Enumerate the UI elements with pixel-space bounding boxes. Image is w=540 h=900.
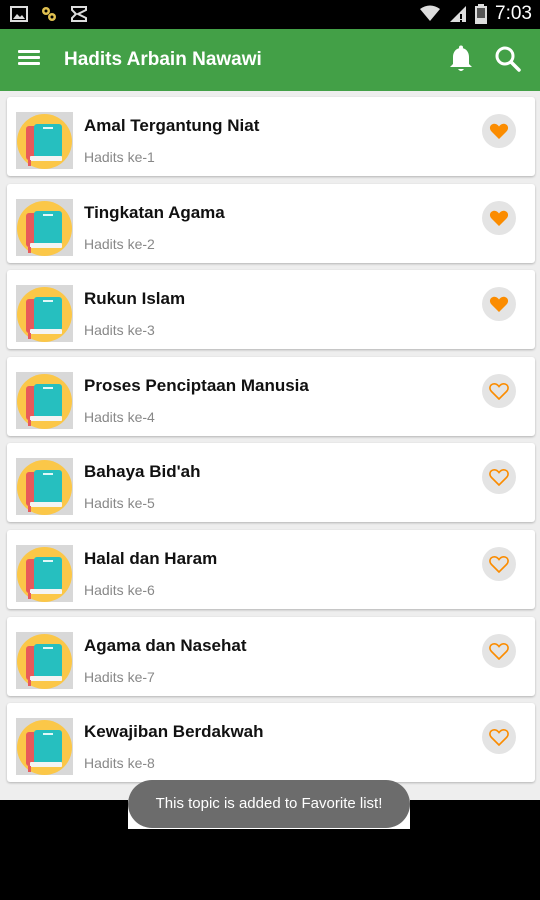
hadith-number: Hadits ke-1	[84, 149, 155, 165]
book-icon	[16, 631, 73, 689]
hadith-number: Hadits ke-8	[84, 755, 155, 772]
hadith-title: Rukun Islam	[84, 289, 186, 309]
favorite-button[interactable]	[482, 460, 516, 495]
hadith-list-item[interactable]: Tingkatan Agama Hadits ke-2	[7, 183, 535, 263]
book-icon	[16, 371, 73, 429]
hadith-title: Agama dan Nasehat	[84, 635, 247, 655]
heart-outline-icon	[489, 729, 509, 747]
search-icon	[495, 46, 521, 72]
search-button[interactable]	[494, 45, 522, 73]
hadith-list-item[interactable]: Agama dan Nasehat Hadits ke-7	[7, 616, 535, 696]
favorite-button[interactable]	[482, 287, 516, 322]
app-screen: 7:03 Hadits Arbain Nawawi Amal Tergantun…	[0, 0, 540, 900]
app-notification-icon	[71, 6, 87, 22]
book-icon	[16, 718, 73, 776]
hadith-number: Hadits ke-5	[84, 495, 155, 512]
status-bar: 7:03	[0, 0, 540, 29]
bell-icon	[450, 45, 472, 71]
hadith-list-item[interactable]: Halal dan Haram Hadits ke-6	[7, 530, 535, 609]
favorite-button[interactable]	[482, 200, 516, 235]
image-notification-icon	[10, 6, 28, 22]
hadith-list-item[interactable]: Bahaya Bid'ah Hadits ke-5	[7, 443, 535, 523]
settings-notification-icon	[42, 7, 56, 21]
hadith-number: Hadits ke-2	[84, 235, 155, 252]
heart-outline-icon	[489, 382, 509, 400]
hadith-title: Proses Penciptaan Manusia	[84, 375, 309, 395]
hadith-list-item[interactable]: Proses Penciptaan Manusia Hadits ke-4	[7, 356, 535, 436]
hadith-title: Bahaya Bid'ah	[84, 462, 201, 482]
app-title: Hadits Arbain Nawawi	[64, 49, 262, 70]
hadith-number: Hadits ke-6	[84, 582, 155, 598]
heart-filled-icon	[489, 123, 509, 139]
favorite-button[interactable]	[482, 114, 516, 148]
hadith-title: Halal dan Haram	[84, 549, 218, 568]
notifications-button[interactable]	[448, 45, 474, 73]
favorite-button[interactable]	[482, 373, 516, 408]
favorite-button[interactable]	[482, 547, 516, 581]
heart-outline-icon	[489, 556, 509, 573]
signal-icon	[450, 6, 467, 22]
hadith-title: Amal Tergantung Niat	[84, 116, 260, 135]
book-icon	[16, 458, 73, 516]
hadith-number: Hadits ke-3	[84, 322, 155, 339]
book-icon	[16, 285, 73, 343]
status-clock: 7:03	[495, 3, 532, 24]
toast-message: This topic is added to Favorite list!	[128, 780, 410, 828]
menu-icon	[18, 50, 48, 65]
favorite-button[interactable]	[482, 633, 516, 668]
app-bar: Hadits Arbain Nawawi	[0, 29, 540, 91]
heart-outline-icon	[489, 642, 509, 660]
menu-button[interactable]	[18, 47, 48, 73]
hadith-title: Tingkatan Agama	[84, 202, 225, 222]
hadith-number: Hadits ke-7	[84, 668, 155, 685]
hadith-list-item[interactable]: Amal Tergantung Niat Hadits ke-1	[7, 97, 535, 176]
hadith-number: Hadits ke-4	[84, 408, 155, 425]
heart-outline-icon	[489, 469, 509, 487]
heart-filled-icon	[489, 210, 509, 226]
book-icon	[16, 112, 73, 169]
wifi-icon	[420, 5, 441, 21]
favorite-button[interactable]	[482, 720, 516, 755]
hadith-title: Kewajiban Berdakwah	[84, 722, 264, 742]
hadith-list-item[interactable]: Rukun Islam Hadits ke-3	[7, 270, 535, 350]
battery-icon	[475, 4, 488, 24]
book-icon	[16, 198, 73, 256]
hadith-list: Amal Tergantung Niat Hadits ke-1 Tingkatan…	[0, 91, 540, 800]
hadith-list-item[interactable]: Kewajiban Berdakwah Hadits ke-8	[7, 703, 535, 783]
heart-filled-icon	[489, 296, 509, 313]
book-icon	[16, 545, 73, 602]
